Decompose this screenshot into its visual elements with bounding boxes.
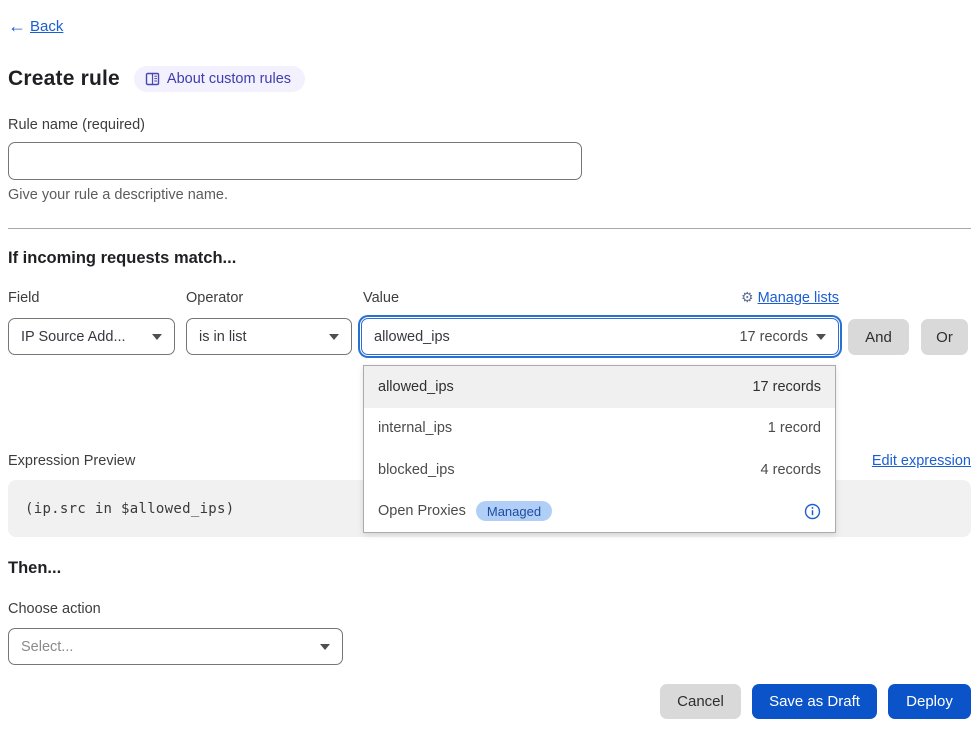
operator-select-value: is in list (199, 329, 247, 345)
back-link-label: Back (30, 18, 63, 35)
value-select-meta: 17 records (739, 329, 808, 345)
choose-action-label: Choose action (8, 601, 101, 617)
about-custom-rules-badge[interactable]: About custom rules (134, 66, 305, 92)
list-item-blocked-ips[interactable]: blocked_ips 4 records (364, 449, 835, 491)
cancel-button[interactable]: Cancel (660, 684, 741, 719)
list-item-allowed-ips[interactable]: allowed_ips 17 records (364, 366, 835, 408)
chevron-down-icon (329, 334, 339, 340)
chevron-down-icon (152, 334, 162, 340)
back-arrow-icon: ← (8, 17, 26, 35)
info-icon[interactable] (804, 503, 821, 520)
rule-name-helper: Give your rule a descriptive name. (8, 187, 228, 203)
back-link[interactable]: ← Back (8, 17, 63, 35)
value-select[interactable]: allowed_ips 17 records (361, 318, 839, 355)
list-item-name: internal_ips (378, 420, 452, 436)
operator-label: Operator (186, 290, 243, 306)
manage-lists-link[interactable]: ⚙ Manage lists (741, 289, 839, 306)
gear-icon: ⚙ (741, 289, 754, 306)
book-icon (145, 72, 160, 86)
list-item-open-proxies[interactable]: Open Proxies Managed (364, 491, 835, 533)
list-item-meta: 1 record (768, 420, 821, 436)
list-item-internal-ips[interactable]: internal_ips 1 record (364, 408, 835, 450)
value-label: Value (363, 290, 399, 306)
page-title: Create rule (8, 67, 120, 91)
field-select-value: IP Source Add... (21, 329, 126, 345)
list-item-meta: 17 records (752, 379, 821, 395)
operator-select[interactable]: is in list (186, 318, 352, 355)
list-item-name: blocked_ips (378, 462, 455, 478)
or-button[interactable]: Or (921, 319, 968, 355)
edit-expression-link[interactable]: Edit expression (872, 453, 971, 469)
chevron-down-icon (320, 644, 330, 650)
deploy-button[interactable]: Deploy (888, 684, 971, 719)
action-select[interactable]: Select... (8, 628, 343, 665)
expression-code: (ip.src in $allowed_ips) (25, 501, 235, 517)
value-dropdown-panel: allowed_ips 17 records internal_ips 1 re… (363, 365, 836, 533)
rule-name-input[interactable] (8, 142, 582, 180)
list-item-name: allowed_ips (378, 379, 454, 395)
and-button[interactable]: And (848, 319, 909, 355)
list-item-name: Open Proxies (378, 503, 466, 519)
then-section-heading: Then... (8, 559, 61, 578)
field-select[interactable]: IP Source Add... (8, 318, 175, 355)
field-label: Field (8, 290, 39, 306)
create-rule-page: ← Back Create rule About custom rules Ru… (0, 0, 979, 739)
chevron-down-icon (816, 334, 826, 340)
save-as-draft-button[interactable]: Save as Draft (752, 684, 877, 719)
expression-preview-label: Expression Preview (8, 453, 135, 469)
managed-badge: Managed (476, 501, 552, 521)
match-section-heading: If incoming requests match... (8, 249, 236, 268)
list-item-meta: 4 records (761, 462, 821, 478)
section-divider (8, 228, 971, 229)
manage-lists-label: Manage lists (758, 290, 839, 306)
about-badge-label: About custom rules (167, 71, 291, 87)
action-select-placeholder: Select... (21, 639, 73, 655)
value-select-name: allowed_ips (374, 329, 450, 345)
rule-name-label: Rule name (required) (8, 117, 145, 133)
